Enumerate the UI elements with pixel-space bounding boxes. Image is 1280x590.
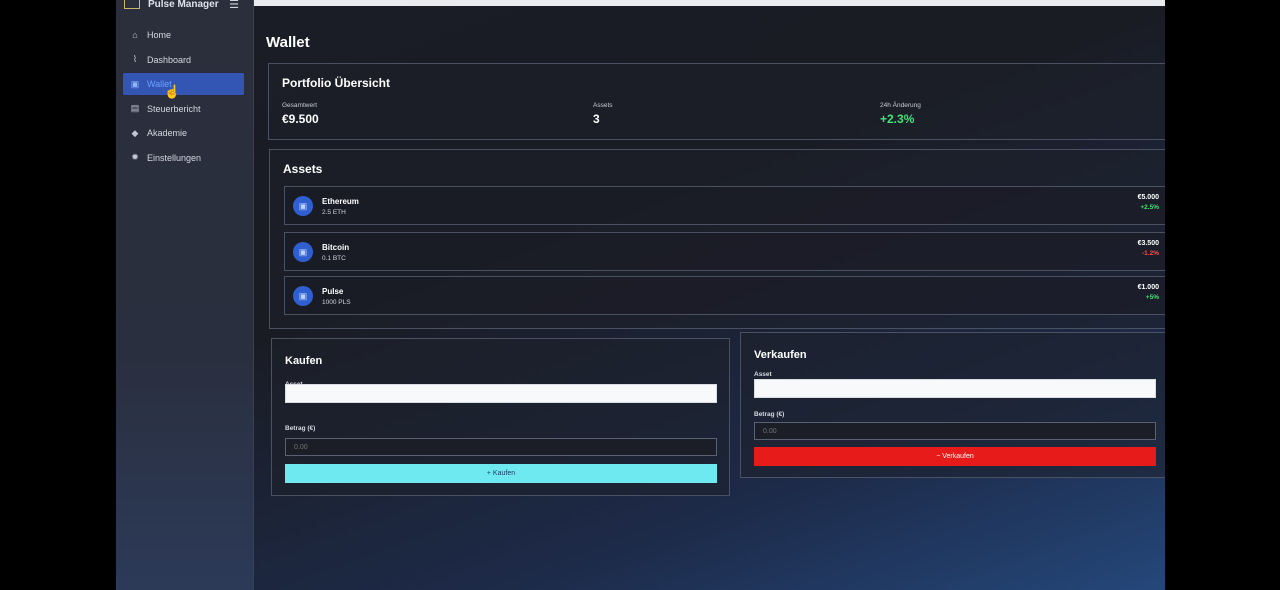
mouse-cursor-icon: ☝ bbox=[164, 84, 181, 99]
sell-asset-select[interactable] bbox=[754, 379, 1156, 398]
asset-value: €3.500 bbox=[1137, 240, 1159, 247]
stat-total-value: Gesamtwert €9.500 bbox=[282, 102, 319, 126]
assets-title: Assets bbox=[283, 162, 323, 176]
hamburger-icon[interactable]: ☰ bbox=[229, 0, 239, 11]
sidebar-item-wallet[interactable]: ▣ Wallet bbox=[123, 73, 244, 95]
main-content: Wallet Portfolio Übersicht Gesamtwert €9… bbox=[254, 0, 1165, 590]
brand: Pulse Manager ☰ bbox=[116, 0, 253, 12]
page-title: Wallet bbox=[266, 34, 310, 51]
sidebar-item-akademie[interactable]: ◆ Akademie bbox=[116, 122, 253, 144]
stat-label: Assets bbox=[593, 102, 613, 109]
sell-amount-input[interactable] bbox=[754, 422, 1156, 440]
buy-amount-label: Betrag (€) bbox=[285, 425, 316, 432]
wallet-icon: ▣ bbox=[293, 242, 313, 262]
graduation-cap-icon: ◆ bbox=[131, 127, 139, 138]
sidebar-item-label: Home bbox=[147, 30, 172, 40]
chart-icon: ⌇ bbox=[132, 54, 138, 64]
sidebar: Pulse Manager ☰ ⌂ Home ⌇ Dashboard ▣ Wallet ▤ S… bbox=[116, 0, 254, 590]
sidebar-item-label: Akademie bbox=[147, 128, 188, 138]
asset-quantity: 2.5 ETH bbox=[322, 209, 346, 216]
sidebar-item-steuerbericht[interactable]: ▤ Steuerbericht bbox=[116, 98, 253, 120]
asset-name: Pulse bbox=[322, 287, 344, 296]
asset-value: €5.000 bbox=[1137, 194, 1159, 201]
buy-amount-input[interactable] bbox=[285, 438, 717, 456]
sell-title: Verkaufen bbox=[754, 349, 807, 361]
sidebar-item-einstellungen[interactable]: ✹ Einstellungen bbox=[116, 147, 253, 169]
sell-card: Verkaufen Asset Betrag (€) − Verkaufen bbox=[740, 332, 1165, 478]
sidebar-nav: ⌂ Home ⌇ Dashboard ▣ Wallet ▤ Steuerbericht ◆ Aka… bbox=[116, 24, 253, 169]
asset-quantity: 0.1 BTC bbox=[322, 255, 346, 262]
home-icon: ⌂ bbox=[132, 30, 138, 40]
wallet-icon: ▣ bbox=[130, 78, 140, 89]
buy-title: Kaufen bbox=[285, 355, 323, 367]
sidebar-item-label: Einstellungen bbox=[147, 152, 202, 163]
wallet-icon: ▣ bbox=[293, 196, 313, 216]
stat-label: Gesamtwert bbox=[282, 102, 318, 109]
asset-row[interactable]: ▣ Bitcoin 0.1 BTC €3.500 -1.2% bbox=[284, 232, 1165, 271]
asset-value: €1.000 bbox=[1137, 284, 1159, 291]
sidebar-item-label: Steuerbericht bbox=[147, 103, 201, 114]
asset-row[interactable]: ▣ Ethereum 2.5 ETH €5.000 +2.5% bbox=[284, 186, 1165, 225]
asset-change: -1.2% bbox=[1142, 250, 1159, 257]
asset-quantity: 1000 PLS bbox=[322, 299, 351, 306]
stat-24h-change: 24h Änderung +2.3% bbox=[880, 102, 921, 126]
sell-asset-label: Asset bbox=[754, 371, 772, 378]
logo-icon bbox=[124, 0, 140, 9]
buy-card: Kaufen Asset Betrag (€) + Kaufen bbox=[271, 338, 730, 496]
wallet-icon: ▣ bbox=[293, 286, 313, 306]
stat-asset-count: Assets 3 bbox=[593, 102, 613, 126]
asset-row[interactable]: ▣ Pulse 1000 PLS €1.000 +5% bbox=[284, 276, 1165, 315]
stat-value: €9.500 bbox=[282, 112, 319, 126]
app-window: Pulse Manager ☰ ⌂ Home ⌇ Dashboard ▣ Wallet ▤ S… bbox=[116, 0, 1165, 590]
asset-change: +2.5% bbox=[1140, 204, 1159, 211]
asset-name: Ethereum bbox=[322, 197, 359, 206]
app-name: Pulse Manager bbox=[148, 0, 219, 10]
document-icon: ▤ bbox=[130, 103, 140, 113]
sidebar-item-label: Dashboard bbox=[147, 54, 192, 65]
top-bar bbox=[254, 0, 1165, 6]
sell-amount-label: Betrag (€) bbox=[754, 411, 785, 418]
stat-value: +2.3% bbox=[880, 112, 915, 126]
asset-name: Bitcoin bbox=[322, 243, 350, 252]
asset-change: +5% bbox=[1145, 294, 1159, 301]
sidebar-item-dashboard[interactable]: ⌇ Dashboard bbox=[116, 49, 253, 71]
buy-asset-select[interactable] bbox=[285, 384, 717, 403]
stat-label: 24h Änderung bbox=[880, 102, 921, 109]
portfolio-overview-card: Portfolio Übersicht Gesamtwert €9.500 As… bbox=[268, 63, 1165, 140]
gear-icon: ✹ bbox=[131, 152, 139, 162]
overview-title: Portfolio Übersicht bbox=[282, 76, 391, 90]
sell-button[interactable]: − Verkaufen bbox=[754, 447, 1156, 466]
stat-value: 3 bbox=[593, 112, 600, 126]
buy-button[interactable]: + Kaufen bbox=[285, 464, 717, 483]
sidebar-item-home[interactable]: ⌂ Home bbox=[116, 24, 253, 46]
assets-card: Assets ▣ Ethereum 2.5 ETH €5.000 +2.5% ▣ Bitco… bbox=[269, 149, 1165, 329]
